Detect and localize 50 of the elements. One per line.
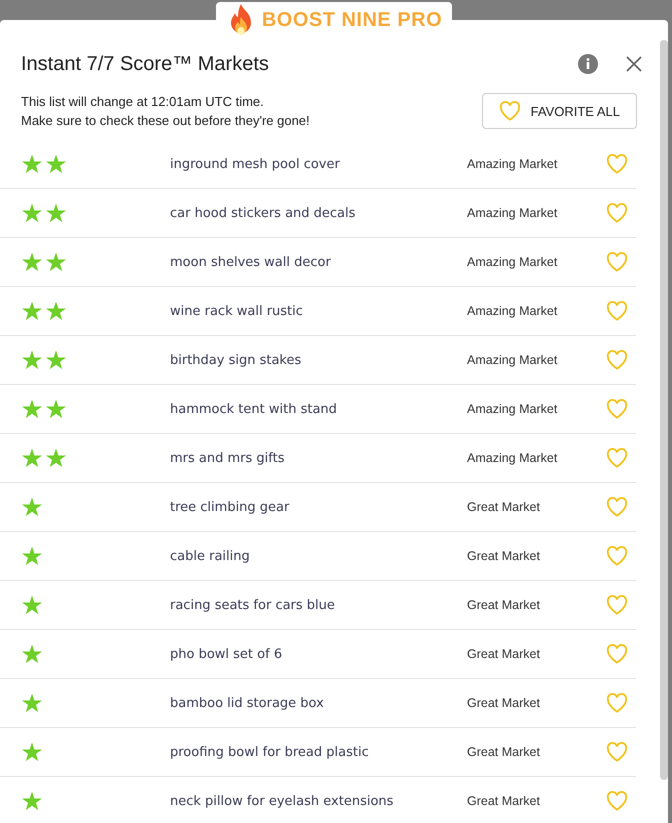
heart-icon[interactable] (606, 644, 628, 664)
heart-icon[interactable] (606, 497, 628, 517)
dialog-title: Instant 7/7 Score™ Markets (21, 52, 270, 76)
heart-icon[interactable] (606, 595, 628, 615)
keyword-text[interactable]: proofing bowl for bread plastic (170, 744, 467, 760)
market-text: Great Market (467, 500, 541, 514)
heart-icon[interactable] (606, 399, 628, 419)
keyword-text[interactable]: inground mesh pool cover (170, 156, 467, 172)
scrollbar[interactable] (660, 40, 668, 780)
market-text: Amazing Market (467, 206, 558, 220)
heart-icon[interactable] (606, 546, 628, 566)
heart-icon[interactable] (606, 350, 628, 370)
keyword-text[interactable]: tree climbing gear (170, 500, 467, 514)
market-text: Great Market (467, 745, 541, 759)
market-text: Great Market (467, 598, 541, 612)
heart-icon[interactable] (606, 693, 628, 713)
market-text: Great Market (467, 696, 541, 710)
heart-icon[interactable] (606, 203, 628, 223)
info-icon[interactable] (578, 54, 598, 74)
keyword-text[interactable]: racing seats for cars blue (170, 598, 467, 612)
market-text: Amazing Market (467, 353, 558, 367)
market-text: Great Market (467, 549, 541, 563)
market-text: Great Market (467, 794, 541, 808)
close-icon[interactable] (626, 56, 642, 72)
market-text: Amazing Market (467, 157, 558, 171)
heart-icon[interactable] (606, 448, 628, 468)
keyword-text[interactable]: birthday sign stakes (170, 352, 467, 368)
market-text: Great Market (467, 647, 541, 661)
logo-text: BOOST NINE PRO (262, 8, 442, 32)
keyword-text[interactable]: wine rack wall rustic (170, 304, 467, 318)
notice-text: This list will change at 12:01am UTC time. Make sure to check these out before they're gone! (21, 93, 310, 130)
keyword-text[interactable]: hammock tent with stand (170, 402, 467, 416)
keyword-text[interactable]: cable railing (170, 548, 467, 564)
heart-icon[interactable] (606, 742, 628, 762)
market-text: Amazing Market (467, 255, 558, 269)
market-text: Amazing Market (467, 304, 558, 318)
heart-icon[interactable] (606, 154, 628, 174)
keyword-text[interactable]: car hood stickers and decals (170, 206, 467, 220)
heart-icon[interactable] (498, 101, 521, 121)
keyword-text[interactable]: pho bowl set of 6 (170, 646, 467, 662)
market-text: Amazing Market (467, 402, 558, 416)
heart-icon[interactable] (606, 252, 628, 272)
keyword-text[interactable]: mrs and mrs gifts (170, 450, 467, 466)
market-text: Amazing Market (467, 451, 558, 465)
keyword-text[interactable]: bamboo lid storage box (170, 696, 467, 710)
heart-icon[interactable] (606, 301, 628, 321)
keyword-text[interactable]: moon shelves wall decor (170, 254, 467, 270)
heart-icon[interactable] (606, 791, 628, 811)
keyword-text[interactable]: neck pillow for eyelash extensions (170, 794, 467, 808)
favorite-all-button[interactable]: FAVORITE ALL (482, 93, 637, 129)
